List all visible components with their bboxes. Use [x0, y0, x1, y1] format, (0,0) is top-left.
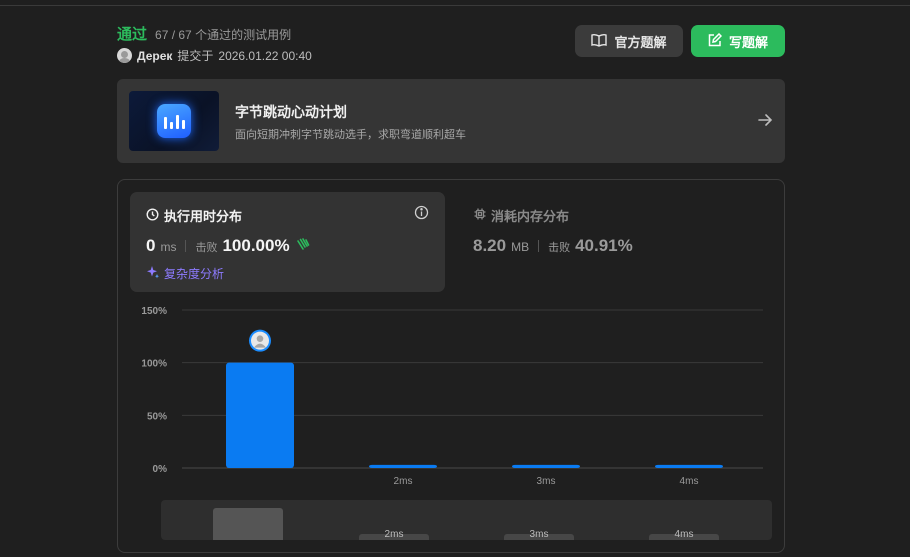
chart-bar[interactable] [655, 464, 723, 468]
arrow-right-icon [757, 112, 773, 133]
y-tick-label: 150% [141, 306, 167, 317]
submission-status: 通过 67 / 67 个通过的测试用例 [117, 23, 291, 44]
memory-value: 8.20 [473, 236, 507, 255]
memory-metric: 8.20 MB 击败 40.91% [473, 236, 633, 256]
testcase-count: 67 / 67 个通过的测试用例 [155, 28, 292, 42]
official-solution-button[interactable]: 官方题解 [575, 25, 683, 57]
memory-beats-label: 击败 [548, 242, 571, 254]
chart-overview-scrollbar[interactable]: 2ms 3ms 4ms [161, 500, 772, 540]
runtime-header: 执行用时分布 [146, 206, 242, 225]
y-tick-label: 0% [153, 464, 168, 475]
overview-label: 4ms [674, 529, 694, 540]
submitted-prefix: 提交于 [177, 49, 214, 63]
overview-label: 2ms [384, 529, 404, 540]
y-tick-label: 50% [147, 411, 167, 422]
runtime-panel[interactable]: 执行用时分布 0 ms 击败 100.00% 复杂度分析 [130, 192, 445, 292]
submitter-info: Дерек 提交于 2026.01.22 00:40 [117, 47, 312, 64]
memory-header: 消耗内存分布 [474, 206, 569, 225]
book-icon [591, 33, 608, 50]
runtime-unit: ms [160, 240, 177, 254]
metric-divider [185, 240, 187, 252]
chart-bar[interactable] [226, 362, 294, 468]
banner-title: 字节跳动心动计划 [235, 104, 347, 120]
info-icon[interactable] [414, 205, 429, 225]
memory-unit: MB [511, 240, 530, 254]
performance-card: 执行用时分布 0 ms 击败 100.00% 复杂度分析 消耗内存分布 8.20… [117, 179, 785, 553]
runtime-value: 0 [146, 236, 156, 255]
x-tick-label: 4ms [680, 476, 699, 487]
official-solution-label: 官方题解 [614, 34, 667, 50]
chart-bar[interactable] [369, 464, 437, 468]
runtime-title: 执行用时分布 [164, 209, 243, 224]
memory-title: 消耗内存分布 [491, 209, 570, 224]
edit-icon [708, 32, 723, 50]
complexity-analysis-link[interactable]: 复杂度分析 [146, 265, 224, 282]
chart-bar[interactable] [512, 464, 580, 468]
submitted-time: 2026.01.22 00:40 [218, 48, 312, 63]
metric-divider [538, 240, 540, 252]
overview-bar [213, 508, 283, 540]
status-pass-label: 通过 [117, 26, 148, 43]
write-solution-label: 写题解 [728, 34, 768, 50]
banner-thumbnail [129, 91, 219, 151]
memory-beats-value: 40.91% [575, 236, 633, 255]
overview-label: 3ms [529, 529, 549, 540]
runtime-beats-value: 100.00% [222, 236, 290, 255]
runtime-distribution-chart[interactable]: 0% 50% 100% 150% 2ms 3ms 4ms [118, 300, 784, 500]
bytedance-logo-icon [157, 104, 191, 138]
runtime-metric: 0 ms 击败 100.00% [146, 236, 311, 256]
x-tick-label: 2ms [394, 476, 413, 487]
memory-chip-icon [474, 208, 486, 223]
banner-description: 面向短期冲刺字节跳动选手，求职弯道顺利超车 [235, 129, 466, 141]
avatar[interactable] [117, 48, 132, 63]
write-solution-button[interactable]: 写题解 [691, 25, 785, 57]
sparkle-icon [146, 265, 160, 282]
user-avatar-head [256, 335, 264, 342]
y-tick-label: 100% [141, 359, 167, 370]
complexity-label: 复杂度分析 [164, 267, 225, 281]
top-divider [0, 5, 910, 6]
clap-hands-icon [295, 237, 311, 256]
x-tick-label: 3ms [537, 476, 556, 487]
runtime-beats-label: 击败 [195, 242, 218, 254]
clock-icon [146, 208, 159, 224]
submitter-name[interactable]: Дерек [137, 49, 172, 63]
promo-banner[interactable]: 字节跳动心动计划 面向短期冲刺字节跳动选手，求职弯道顺利超车 [117, 79, 785, 163]
